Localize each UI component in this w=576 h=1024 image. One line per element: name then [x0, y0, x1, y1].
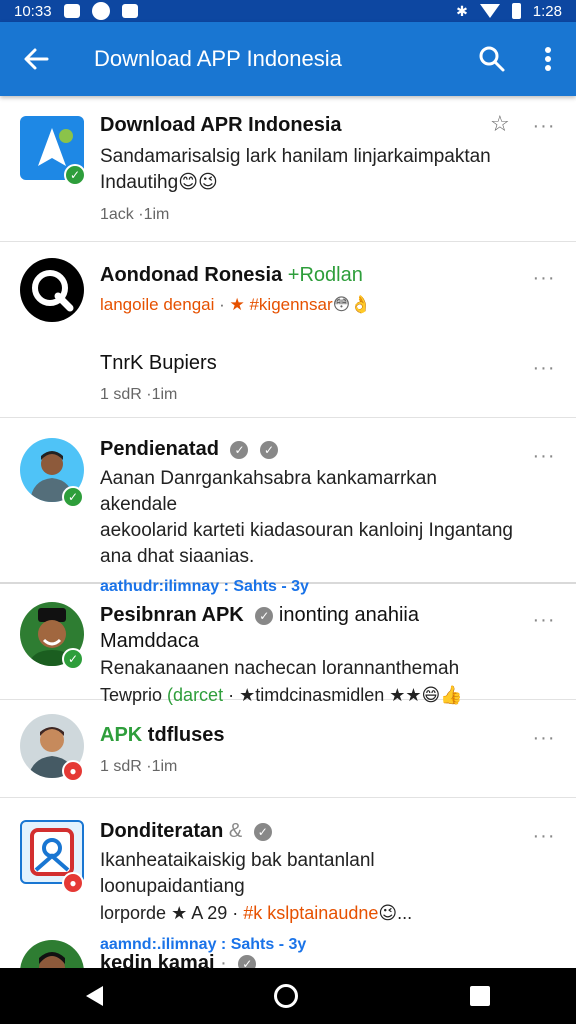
- status-time-left: 10:33: [14, 2, 52, 20]
- download-notification-icon: [121, 4, 138, 18]
- battery-icon: [511, 3, 521, 19]
- list-item[interactable]: ✓ Pendienatad ✓ ✓ Aanan Danrgankahsabra …: [0, 418, 576, 595]
- item-body: Sandamarisalsig lark hanilam linjarkaimp…: [100, 146, 491, 167]
- list-item[interactable]: TnrK Bupiers 1 sdR ·1im ···: [0, 338, 576, 418]
- more-options-button[interactable]: ···: [532, 356, 556, 380]
- sim-icon: [63, 4, 80, 18]
- overflow-menu-icon: [545, 47, 551, 71]
- list-item[interactable]: ✓ Download APR Indonesia Sandamarisalsig…: [0, 96, 576, 242]
- more-horizontal-icon: ···: [532, 726, 556, 749]
- item-body: Renakanaanen nachecan lorannanthemah: [100, 658, 460, 679]
- verified-check-icon: ✓: [230, 440, 249, 459]
- item-title: Download APR Indonesia: [100, 114, 342, 136]
- magnifier-app-logo: [32, 270, 74, 312]
- more-horizontal-icon: ···: [532, 824, 556, 847]
- alert-badge-icon: ●: [62, 760, 84, 782]
- overflow-menu-button[interactable]: [520, 22, 576, 96]
- verified-check-icon: ✓: [260, 440, 279, 459]
- more-options-button[interactable]: ···: [532, 824, 556, 848]
- item-body-line2: aekoolarid karteti kiadasouran kanloinj …: [100, 520, 513, 541]
- list-item[interactable]: kedin kamai · ✓: [0, 940, 576, 968]
- verified-badge-icon: ✓: [64, 164, 86, 186]
- app-list: ✓ Download APR Indonesia Sandamarisalsig…: [0, 96, 576, 968]
- item-title-tag: +Rodlan: [287, 264, 363, 286]
- item-title: TnrK Bupiers: [100, 352, 217, 374]
- more-options-button[interactable]: ···: [532, 608, 556, 632]
- app-icon: [20, 258, 84, 322]
- verified-badge-icon: ✓: [62, 648, 84, 670]
- item-meta: 1 sdR ·1im: [100, 758, 178, 775]
- nav-recents-icon[interactable]: [470, 986, 491, 1006]
- item-title: Aondonad Ronesia: [100, 264, 283, 286]
- more-options-button[interactable]: ···: [532, 266, 556, 290]
- item-body-line2: Indautihg: [100, 172, 179, 193]
- item-tag: langoile dengai: [100, 295, 215, 314]
- more-horizontal-icon: ···: [532, 356, 556, 379]
- more-options-button[interactable]: ···: [532, 444, 556, 468]
- item-meta: 1 sdR ·1im: [100, 386, 178, 403]
- list-item[interactable]: Aondonad Ronesia +Rodlan langoile dengai…: [0, 242, 576, 338]
- bookmark-button[interactable]: ☆: [490, 112, 514, 136]
- item-title: kedin kamai: [100, 952, 215, 968]
- system-nav-bar: [0, 968, 576, 1024]
- verified-check-icon: ✓: [253, 822, 272, 841]
- nav-home-icon[interactable]: [274, 984, 299, 1008]
- item-title-mark: &: [228, 820, 243, 842]
- status-time-right: 1:28: [532, 2, 562, 20]
- app-bar: Download APP Indonesia: [0, 22, 576, 96]
- item-tag-rating: ★ A 29 ·: [171, 903, 239, 923]
- bluetooth-icon: ✱: [456, 2, 468, 19]
- item-title: Donditeratan: [100, 820, 224, 842]
- nav-back-icon[interactable]: [85, 986, 103, 1006]
- wifi-icon: [479, 4, 500, 18]
- page-title: Download APP Indonesia: [94, 46, 342, 71]
- avatar: [20, 940, 84, 968]
- search-button[interactable]: [464, 22, 520, 96]
- list-item[interactable]: ● APK tdfluses 1 sdR ·1im ···: [0, 700, 576, 798]
- list-item[interactable]: ✓ Pesibnran APK ✓ inonting anahiia Mamdd…: [0, 584, 576, 705]
- item-tag-start: lorporde: [100, 903, 167, 923]
- more-horizontal-icon: ···: [532, 266, 556, 289]
- emoji-icon: 😳👌: [332, 295, 372, 314]
- more-options-button[interactable]: ···: [532, 726, 556, 750]
- item-body: Aanan Danrgankahsabra kankamarrkan akend…: [100, 468, 437, 515]
- more-options-button[interactable]: ···: [532, 114, 556, 138]
- more-horizontal-icon: ···: [532, 608, 556, 631]
- more-horizontal-icon: ···: [532, 114, 556, 137]
- verified-check-icon: ✓: [255, 606, 274, 625]
- person-photo: [39, 952, 65, 968]
- star-outline-icon: ☆: [490, 111, 510, 136]
- back-button[interactable]: [0, 22, 72, 96]
- item-tag-sep: ·: [214, 295, 230, 314]
- status-bar: 10:33 ✱ 1:28: [0, 0, 576, 22]
- item-title-rest: ·: [214, 952, 227, 968]
- item-title: Pendienatad: [100, 438, 219, 460]
- verified-badge-icon: ✓: [62, 486, 84, 508]
- messenger-icon: [91, 2, 110, 20]
- item-title: tdfluses: [147, 724, 225, 746]
- item-body: Ikanheataikaiskig bak bantanlanl loonupa…: [100, 850, 375, 897]
- item-title-tag: APK: [100, 724, 143, 746]
- alert-badge-icon: ●: [62, 872, 84, 894]
- emoji-icon: 😊😉: [178, 172, 218, 193]
- item-title: Pesibnran APK: [100, 604, 244, 626]
- emoji-icon: 😉...: [378, 903, 413, 923]
- verified-check-icon: ✓: [238, 954, 257, 968]
- back-arrow-icon: [24, 48, 49, 70]
- search-icon: [479, 46, 505, 72]
- item-meta: 1ack ·1im: [100, 206, 170, 223]
- item-tag: #k kslptainaudne: [243, 903, 379, 923]
- item-tag-rating: ★ #kigennsar: [229, 295, 333, 314]
- item-body-line3: ana dhat siaanias.: [100, 546, 255, 567]
- more-horizontal-icon: ···: [532, 444, 556, 467]
- list-item[interactable]: ● Donditeratan & ✓ Ikanheataikaiskig bak…: [0, 798, 576, 953]
